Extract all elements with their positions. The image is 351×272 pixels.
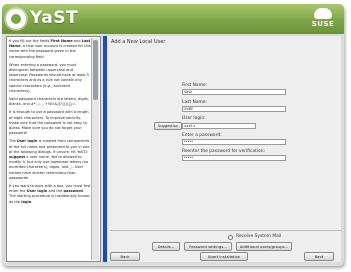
help-text-run: If you fill out the fields <box>9 39 51 43</box>
receive-mail-checkbox[interactable] <box>228 235 233 240</box>
user-login-label: User login: <box>182 116 206 121</box>
help-paragraph: If you fill out the fields First Name an… <box>9 39 91 60</box>
user-login-input[interactable]: vasil.z <box>182 123 256 129</box>
last-name-input[interactable]: ZeBE <box>182 106 286 112</box>
password-settings-button[interactable]: Password settings... <box>184 242 232 251</box>
suse-logo: SUSE <box>308 7 338 31</box>
help-paragraph: When entering a password, you must disti… <box>9 63 91 94</box>
password-label: Enter a password: <box>182 133 222 138</box>
help-scroll-thumb[interactable] <box>93 40 98 100</box>
help-text-run: When entering a password, you must disti… <box>9 62 89 93</box>
help-paragraph: It is enough to use a password with a le… <box>9 110 91 136</box>
help-emphasis: User login <box>16 139 38 144</box>
abort-installation-button[interactable]: Abort installation <box>200 252 248 261</box>
chameleon-icon <box>314 8 332 19</box>
first-name-label: First Name: <box>182 83 208 88</box>
dialog-title: Add a New Local User <box>111 39 166 45</box>
help-text-run: and the <box>47 189 64 194</box>
help-text-run: , a new user account is created for this… <box>9 44 91 59</box>
header-bar: YaST SUSE <box>2 4 344 34</box>
suse-wordmark: SUSE <box>311 20 335 28</box>
help-text: If you fill out the fields First Name an… <box>9 39 91 261</box>
yast-gear-icon <box>6 9 26 29</box>
yast-logo: YaST <box>6 8 84 30</box>
help-paragraph: Valid password characters are letters, d… <box>9 97 91 107</box>
back-button[interactable]: Back <box>110 252 140 261</box>
help-text-run: It is enough to use a password with a le… <box>9 110 89 136</box>
password-confirm-label: Reenter the password for verification: <box>182 149 266 154</box>
help-panel[interactable]: If you fill out the fields First Name an… <box>6 36 101 262</box>
details-button[interactable]: Details... <box>152 242 180 251</box>
help-emphasis: password <box>63 189 83 194</box>
help-text-run: Valid password characters are letters, d… <box>9 97 90 107</box>
help-text-run: and <box>72 39 82 43</box>
help-scrollbar[interactable] <box>91 38 99 260</box>
next-button[interactable]: Next <box>304 252 334 261</box>
main-panel: Add a New Local User First Name: Vasil L… <box>108 36 341 262</box>
password-confirm-input[interactable]: ***** <box>182 155 286 161</box>
help-emphasis: First Name <box>50 39 73 43</box>
last-name-label: Last Name: <box>182 100 207 105</box>
yast-wordmark: YaST <box>30 8 79 28</box>
yast-window: YaST SUSE If you fill out the fields Fir… <box>2 4 344 266</box>
suggestion-button[interactable]: Suggestion <box>154 122 182 130</box>
help-text-run: . <box>31 199 33 204</box>
help-emphasis: User login <box>26 189 48 194</box>
help-paragraph: The User login is created from component… <box>9 139 91 181</box>
bottom-divider <box>110 230 342 231</box>
help-paragraph: If you want to work with a box, you must… <box>9 184 91 205</box>
additional-groups-button[interactable]: Additional users/groups... <box>236 242 292 251</box>
panel-separator <box>103 36 107 262</box>
receive-mail-label: Receive System Mail <box>236 234 282 239</box>
help-emphasis: suggest <box>9 155 26 160</box>
help-text-run: The <box>9 139 17 144</box>
screenshot-stage: YaST SUSE If you fill out the fields Fir… <box>0 0 351 272</box>
help-emphasis: login <box>21 199 32 204</box>
password-input[interactable]: ***** <box>182 139 286 145</box>
first-name-input[interactable]: Vasil <box>182 89 286 95</box>
